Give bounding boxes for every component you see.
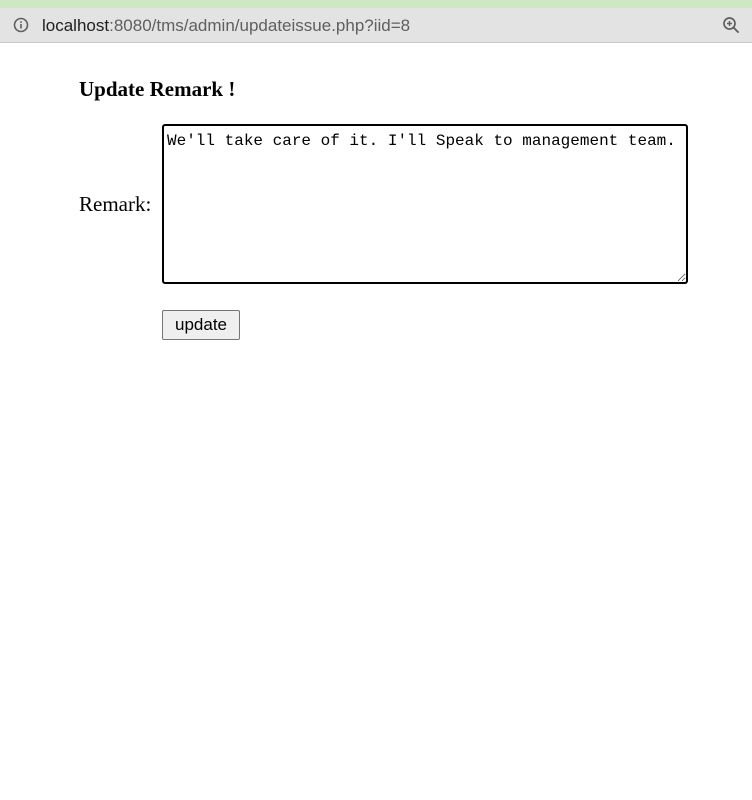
info-icon[interactable] <box>13 17 29 33</box>
address-bar[interactable]: localhost:8080/tms/admin/updateissue.php… <box>0 8 752 43</box>
url-path: :8080/tms/admin/updateissue.php?iid=8 <box>109 16 411 35</box>
update-button[interactable]: update <box>162 310 240 340</box>
page-title: Update Remark ! <box>79 77 236 101</box>
url-host: localhost <box>42 16 110 35</box>
browser-top-strip <box>0 0 752 8</box>
zoom-in-icon[interactable] <box>722 16 740 34</box>
url-text[interactable]: localhost:8080/tms/admin/updateissue.php… <box>42 16 410 36</box>
remark-textarea[interactable]: We'll take care of it. I'll Speak to man… <box>162 124 688 284</box>
remark-label: Remark: <box>79 192 152 216</box>
